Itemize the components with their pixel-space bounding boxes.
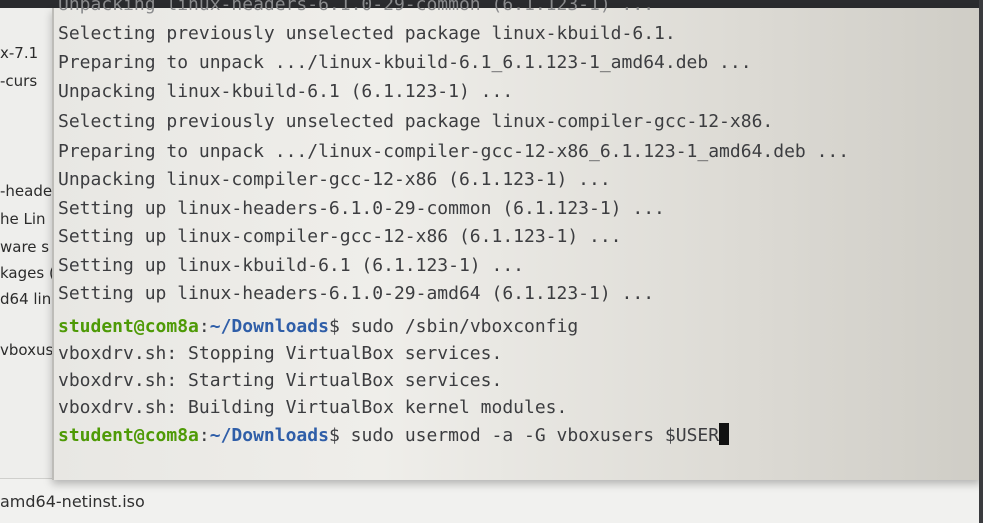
monitor-bezel-right bbox=[979, 0, 983, 523]
text-cursor bbox=[719, 423, 730, 445]
prompt-path: ~/Downloads bbox=[209, 425, 329, 446]
prompt-separator: : bbox=[198, 425, 210, 446]
terminal-window[interactable]: Unpacking linux-headers-6.1.0-29-common … bbox=[52, 0, 981, 480]
terminal-line: Setting up linux-kbuild-6.1 (6.1.123-1) … bbox=[58, 255, 524, 276]
terminal-line: vboxdrv.sh: Stopping VirtualBox services… bbox=[58, 343, 503, 364]
terminal-line: Preparing to unpack .../linux-compiler-g… bbox=[58, 141, 850, 162]
terminal-line: Setting up linux-compiler-gcc-12-x86 (6.… bbox=[58, 226, 622, 247]
prompt-dollar: $ bbox=[328, 316, 351, 337]
terminal-line: Unpacking linux-kbuild-6.1 (6.1.123-1) .… bbox=[58, 81, 514, 102]
command-input[interactable]: sudo usermod -a -G vboxusers $USER bbox=[351, 425, 719, 446]
prompt-separator: : bbox=[198, 316, 210, 337]
terminal-line: Unpacking linux-headers-6.1.0-29-common … bbox=[58, 0, 655, 15]
terminal-line: Setting up linux-headers-6.1.0-29-common… bbox=[58, 198, 665, 219]
prompt-user: student@com8a bbox=[58, 316, 199, 337]
terminal-line: Setting up linux-headers-6.1.0-29-amd64 … bbox=[58, 283, 655, 304]
terminal-output: Unpacking linux-headers-6.1.0-29-common … bbox=[58, 0, 849, 449]
terminal-line: vboxdrv.sh: Building VirtualBox kernel m… bbox=[58, 397, 568, 418]
terminal-line: vboxdrv.sh: Starting VirtualBox services… bbox=[58, 370, 503, 391]
prompt-user: student@com8a bbox=[58, 425, 199, 446]
command-text: sudo /sbin/vboxconfig bbox=[350, 316, 579, 337]
prompt-dollar: $ bbox=[328, 425, 351, 446]
terminal-line: Preparing to unpack .../linux-kbuild-6.1… bbox=[58, 52, 752, 73]
terminal-line: Selecting previously unselected package … bbox=[58, 111, 774, 132]
desktop-screen: x-7.1 -curs -heade he Lin ware s kages (… bbox=[0, 0, 983, 523]
background-file-list-bottom bbox=[0, 478, 983, 523]
terminal-line: Selecting previously unselected package … bbox=[58, 23, 676, 44]
prompt-path: ~/Downloads bbox=[209, 316, 329, 337]
terminal-prompt-line: student@com8a:~/Downloads$ sudo /sbin/vb… bbox=[58, 314, 578, 340]
terminal-line: Unpacking linux-compiler-gcc-12-x86 (6.1… bbox=[58, 169, 611, 190]
iso-file-name[interactable]: amd64-netinst.iso bbox=[0, 492, 145, 511]
terminal-input-line[interactable]: student@com8a:~/Downloads$ sudo usermod … bbox=[58, 423, 730, 449]
